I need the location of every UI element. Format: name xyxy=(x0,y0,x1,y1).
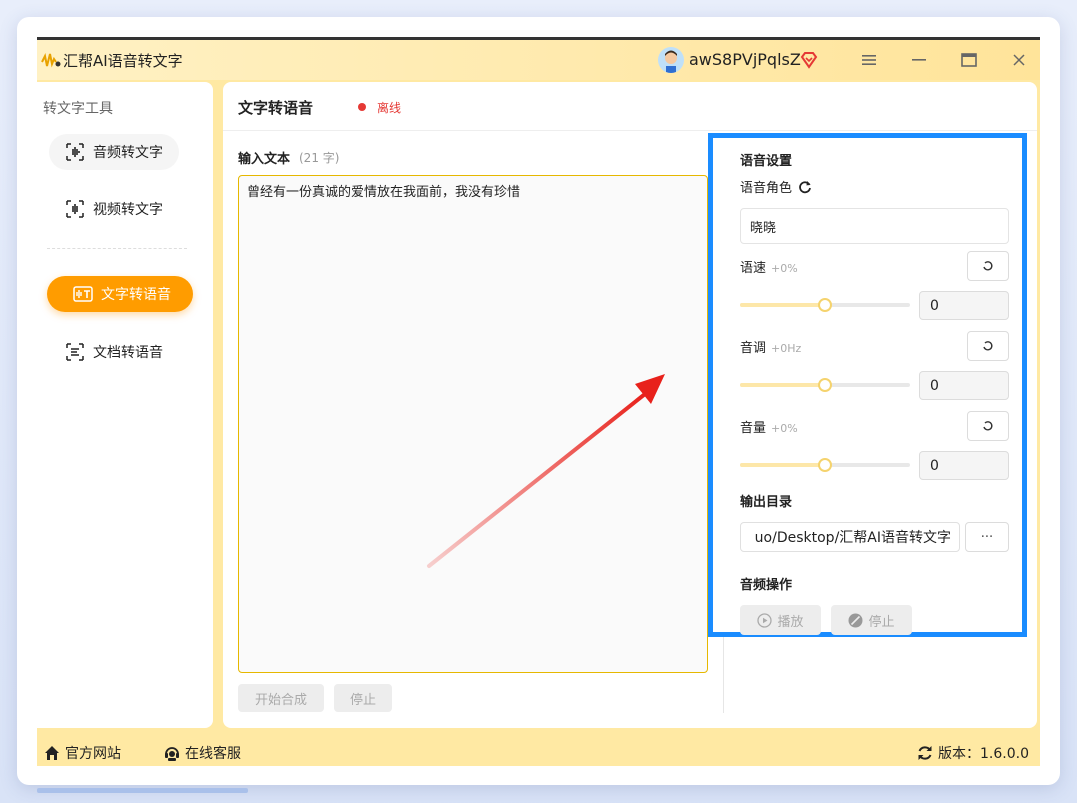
volume-row: 音量 +0% xyxy=(740,417,798,436)
reset-icon xyxy=(983,421,993,431)
menu-icon[interactable] xyxy=(858,49,880,71)
audio-ops-label: 音频操作 xyxy=(740,578,793,593)
status-badge: 离线 xyxy=(377,101,402,115)
text-to-speech-icon xyxy=(73,286,93,302)
pitch-value-input[interactable]: 0 xyxy=(919,371,1009,400)
sidebar-item-label: 音频转文字 xyxy=(93,145,163,161)
sidebar-item-audio-to-text[interactable]: 音频转文字 xyxy=(49,134,179,170)
volume-slider[interactable] xyxy=(740,458,910,472)
online-support-link[interactable]: 在线客服 xyxy=(163,743,241,763)
refresh-icon[interactable] xyxy=(798,180,812,194)
official-website-link[interactable]: 官方网站 xyxy=(43,743,121,763)
speed-slider[interactable] xyxy=(740,298,910,312)
sidebar: 转文字工具 音频转文字 视频转文字 文字转语音 文档转语音 xyxy=(37,82,213,728)
volume-reset-button[interactable] xyxy=(967,411,1009,441)
sidebar-item-label: 文字转语音 xyxy=(101,287,171,303)
char-count: (21 字) xyxy=(299,151,340,165)
reset-icon xyxy=(983,341,993,351)
output-dir-input[interactable]: uo/Desktop/汇帮AI语音转文字 xyxy=(740,522,960,552)
play-label: 播放 xyxy=(777,614,804,630)
title-bar: 汇帮AI语音转文字 awS8PVjPqlsZ xyxy=(37,40,1040,80)
play-button[interactable]: 播放 xyxy=(740,605,821,635)
taskbar-strip xyxy=(37,788,248,793)
home-icon xyxy=(45,746,59,760)
pitch-slider[interactable] xyxy=(740,378,910,392)
volume-value-input[interactable]: 0 xyxy=(919,451,1009,480)
play-icon xyxy=(757,612,773,628)
slider-thumb[interactable] xyxy=(818,458,832,472)
sidebar-item-video-to-text[interactable]: 视频转文字 xyxy=(49,191,179,227)
stop-button[interactable]: 停止 xyxy=(334,684,392,712)
sidebar-item-text-to-speech[interactable]: 文字转语音 xyxy=(47,276,193,312)
pitch-sub: +0Hz xyxy=(771,342,802,355)
slider-thumb[interactable] xyxy=(818,298,832,312)
input-text-label: 输入文本 xyxy=(238,152,291,167)
stop-icon xyxy=(848,613,863,627)
slider-fill xyxy=(740,383,825,387)
status-dot xyxy=(358,103,366,111)
slider-thumb[interactable] xyxy=(818,378,832,392)
pitch-row: 音调 +0Hz xyxy=(740,337,801,356)
speed-reset-button[interactable] xyxy=(967,251,1009,281)
main-header: 文字转语音 离线 xyxy=(223,82,1037,131)
voice-role-label: 语音角色 xyxy=(740,181,793,196)
app-logo-icon xyxy=(41,52,61,68)
volume-label: 音量 xyxy=(740,421,767,436)
version-info[interactable]: 版本：1.6.0.0 xyxy=(916,743,1029,763)
audio-wave-icon xyxy=(66,143,84,161)
maximize-icon[interactable] xyxy=(958,49,980,71)
output-dir-label: 输出目录 xyxy=(740,495,793,510)
vip-diamond-icon xyxy=(800,52,818,69)
website-label: 官方网站 xyxy=(65,746,121,762)
close-icon[interactable] xyxy=(1008,49,1030,71)
support-label: 在线客服 xyxy=(185,746,241,762)
speed-sub: +0% xyxy=(771,262,798,275)
stop-label: 停止 xyxy=(868,614,895,630)
update-icon xyxy=(918,746,932,760)
avatar[interactable] xyxy=(658,47,684,73)
speed-label: 语速 xyxy=(740,261,767,276)
speed-row: 语速 +0% xyxy=(740,257,798,276)
voice-role-input[interactable]: 晓晓 xyxy=(740,208,1009,244)
sidebar-item-document-to-speech[interactable]: 文档转语音 xyxy=(49,334,179,370)
speed-value-input[interactable]: 0 xyxy=(919,291,1009,320)
sidebar-title: 转文字工具 xyxy=(43,101,113,117)
reset-icon xyxy=(983,261,993,271)
pitch-reset-button[interactable] xyxy=(967,331,1009,361)
sidebar-divider xyxy=(47,248,187,249)
voice-settings-title: 语音设置 xyxy=(740,154,793,169)
page-title: 文字转语音 xyxy=(238,99,314,117)
sidebar-item-label: 文档转语音 xyxy=(93,345,163,361)
username[interactable]: awS8PVjPqlsZ xyxy=(689,50,801,69)
pitch-label: 音调 xyxy=(740,341,767,356)
version-label: 版本：1.6.0.0 xyxy=(938,746,1029,762)
stop-audio-button[interactable]: 停止 xyxy=(831,605,912,635)
voice-settings-panel: 语音设置 语音角色 晓晓 语速 +0% 0 音调 +0Hz 0 音量 +0% 0… xyxy=(708,133,1027,637)
footer: 官方网站 在线客服 版本：1.6.0.0 xyxy=(37,738,1040,766)
start-synthesis-button[interactable]: 开始合成 xyxy=(238,684,324,712)
support-headset-icon xyxy=(165,747,179,761)
slider-fill xyxy=(740,463,825,467)
annotation-arrow-icon xyxy=(427,374,665,568)
app-title: 汇帮AI语音转文字 xyxy=(63,52,183,70)
document-speech-icon xyxy=(66,343,84,361)
browse-button[interactable]: ··· xyxy=(965,522,1009,552)
slider-fill xyxy=(740,303,825,307)
video-wave-icon xyxy=(66,200,84,218)
voice-role-row: 语音角色 xyxy=(740,177,812,196)
volume-sub: +0% xyxy=(771,422,798,435)
sidebar-item-label: 视频转文字 xyxy=(93,202,163,218)
minimize-icon[interactable] xyxy=(908,49,930,71)
